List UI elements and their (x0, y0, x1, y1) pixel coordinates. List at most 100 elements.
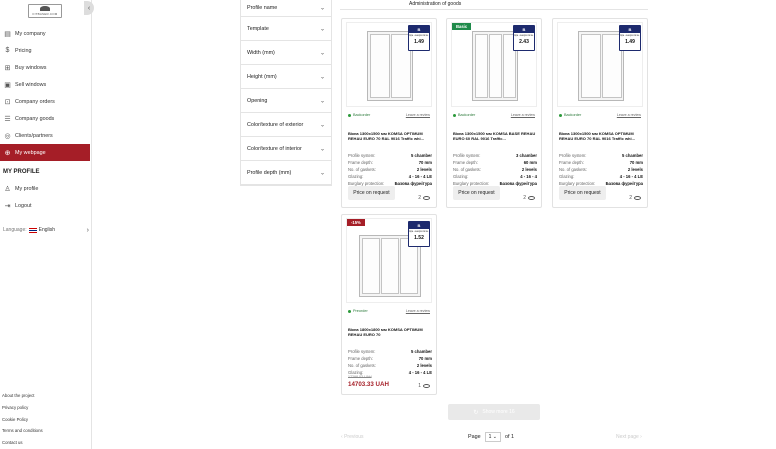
leave-review-link[interactable]: Leave a review (406, 309, 430, 313)
price-on-request-button[interactable]: Price on request (559, 186, 606, 200)
product-title[interactable]: Вікна 1300x1500 мм KOMSA OPTIMUM REHAU E… (559, 131, 643, 141)
spec-value: 5 chamber (411, 349, 432, 354)
product-card[interactable]: -15% B Цін. енергетичн. 1.52 Preorder Le… (341, 214, 437, 395)
dollar-icon: $ (5, 47, 10, 54)
logo-mark-icon (40, 6, 50, 11)
footer-link-contact[interactable]: Contact us (2, 437, 43, 449)
sidebar-item-pricing[interactable]: $ Pricing (0, 42, 90, 59)
product-title[interactable]: Вікна 1300x1500 мм KOMSA BASE REHAU EURO… (453, 131, 537, 141)
spec-value: 60 mm (523, 160, 537, 165)
filter-height[interactable]: Height (mm) ⌄ (241, 65, 331, 89)
filter-color-exterior[interactable]: Color/texture of exterior ⌄ (241, 113, 331, 137)
page-select[interactable]: 1 ⌄ (484, 432, 501, 442)
product-card[interactable]: B Цін. енергетичн. 1.49 Backorder Leave … (341, 18, 437, 208)
spec-row: Frame depth: 70 mm (559, 159, 643, 166)
window-pane (381, 238, 399, 294)
spec-key: Profile system: (348, 349, 376, 354)
energy-class-badge: B Цін. енергетичн. 1.49 (619, 25, 641, 51)
footer-links: About the project Privacy policy Cookie … (2, 390, 43, 449)
spec-row: Glazing: 4 - 16 - 4 LE (559, 173, 643, 180)
spec-value: 4 - 16 - 4 LE (619, 174, 643, 179)
filter-color-interior[interactable]: Color/texture of interior ⌄ (241, 137, 331, 161)
cart-icon: ⊞ (4, 64, 11, 72)
leave-review-link[interactable]: Leave a review (617, 113, 641, 117)
filter-profile-depth[interactable]: Profile depth (mm) ⌄ (241, 161, 331, 185)
view-count: 2 (418, 195, 430, 201)
sidebar-item-company-orders[interactable]: ⊡ Company orders (0, 93, 90, 110)
footer-link-about[interactable]: About the project (2, 390, 43, 402)
product-title[interactable]: Вікна 1300x1500 мм KOMSA OPTIMUM REHAU E… (348, 131, 432, 141)
language-selector[interactable]: Language: English › (3, 225, 89, 235)
sidebar-collapse-button[interactable]: ‹ (84, 1, 94, 15)
sidebar-item-buy-windows[interactable]: ⊞ Buy windows (0, 59, 90, 76)
window-icon: ▣ (4, 81, 11, 89)
energy-label: Цін. енергетичн. (620, 34, 640, 37)
spec-key: Profile system: (348, 153, 376, 158)
sidebar-item-logout[interactable]: ⇥ Logout (0, 197, 90, 214)
stock-status: Backorder (453, 113, 475, 117)
page-label: Page (468, 434, 481, 440)
product-image[interactable]: Basic B Цін. енергетичн. 2.43 (451, 22, 537, 107)
product-card[interactable]: Basic B Цін. енергетичн. 2.43 Backorder … (446, 18, 542, 208)
sidebar-item-my-webpage[interactable]: ⊕ My webpage (0, 144, 90, 161)
filter-template[interactable]: Template ⌄ (241, 17, 331, 41)
footer-link-privacy[interactable]: Privacy policy (2, 402, 43, 414)
user-icon: ♙ (4, 185, 11, 193)
product-image[interactable]: -15% B Цін. енергетичн. 1.52 (346, 218, 432, 303)
window-illustration (472, 31, 518, 101)
old-price: 17298.03 UAH (348, 375, 372, 379)
price-on-request-button[interactable]: Price on request (453, 186, 500, 200)
orders-icon: ⊡ (4, 98, 11, 106)
leave-review-link[interactable]: Leave a review (406, 113, 430, 117)
sidebar-item-label: Company goods (15, 115, 55, 122)
chevron-right-icon: › (86, 226, 89, 234)
price-on-request-button[interactable]: Price on request (348, 186, 395, 200)
spec-value: 4 - 16 - 4 LE (408, 174, 432, 179)
next-page-button[interactable]: Next page › (616, 434, 642, 440)
spec-key: No. of gaskets: (348, 363, 376, 368)
spec-key: No. of gaskets: (348, 167, 376, 172)
product-card[interactable]: B Цін. енергетичн. 1.49 Backorder Leave … (552, 18, 648, 208)
filter-profile-name[interactable]: Profile name ⌄ (241, 0, 331, 17)
app-root: FITBASER.COM ‹ ▤ My company $ Pricing ⊞ … (0, 0, 776, 449)
filters-panel: Profile name ⌄ Template ⌄ Width (mm) ⌄ Heig… (240, 0, 332, 186)
language-value: English (38, 227, 56, 233)
sidebar-item-sell-windows[interactable]: ▣ Sell windows (0, 76, 90, 93)
spec-key: Glazing: (453, 174, 469, 179)
product-image[interactable]: B Цін. енергетичн. 1.49 (346, 22, 432, 107)
eye-icon (528, 196, 535, 200)
chevron-down-icon: ⌄ (319, 50, 325, 56)
status-dot-icon (348, 309, 351, 313)
spec-key: Frame depth: (559, 160, 584, 165)
product-title[interactable]: Вікна 1800x1800 мм KOMSA OPTIMUM REHAU E… (348, 327, 432, 337)
stock-status: Backorder (348, 113, 370, 117)
filter-label: Height (mm) (247, 73, 277, 80)
eye-icon (634, 196, 641, 200)
window-illustration (578, 31, 624, 101)
product-image[interactable]: B Цін. енергетичн. 1.49 (557, 22, 643, 107)
filter-opening[interactable]: Opening ⌄ (241, 89, 331, 113)
spec-row: No. of gaskets: 2 levels (559, 166, 643, 173)
sidebar-item-my-company[interactable]: ▤ My company (0, 25, 90, 42)
stock-label: Backorder (564, 113, 582, 117)
sidebar-item-my-profile[interactable]: ♙ My profile (0, 180, 90, 197)
logo[interactable]: FITBASER.COM (28, 4, 62, 18)
view-count-value: 1 (418, 383, 421, 389)
previous-page-button[interactable]: ‹ Previous (341, 434, 364, 440)
spec-value: 70 mm (418, 160, 432, 165)
spec-row: No. of gaskets: 2 levels (453, 166, 537, 173)
sidebar-item-clients-partners[interactable]: ◎ Clients/partners (0, 127, 90, 144)
spec-key: Frame depth: (348, 356, 373, 361)
show-more-button[interactable]: ↻ Show more 16 (448, 404, 540, 420)
stock-label: Backorder (353, 113, 371, 117)
leave-review-link[interactable]: Leave a review (511, 113, 535, 117)
energy-class: B (620, 26, 640, 33)
footer-link-cookie[interactable]: Cookie Policy (2, 414, 43, 426)
filter-width[interactable]: Width (mm) ⌄ (241, 41, 331, 65)
chevron-down-icon: ⌄ (319, 5, 325, 12)
sidebar-item-company-goods[interactable]: ☰ Company goods (0, 110, 90, 127)
language-label: Language: (3, 227, 27, 233)
footer-link-terms[interactable]: Terms and conditions (2, 425, 43, 437)
energy-value: 1.49 (414, 39, 424, 45)
spec-value: Базова фурнітура (605, 181, 643, 186)
